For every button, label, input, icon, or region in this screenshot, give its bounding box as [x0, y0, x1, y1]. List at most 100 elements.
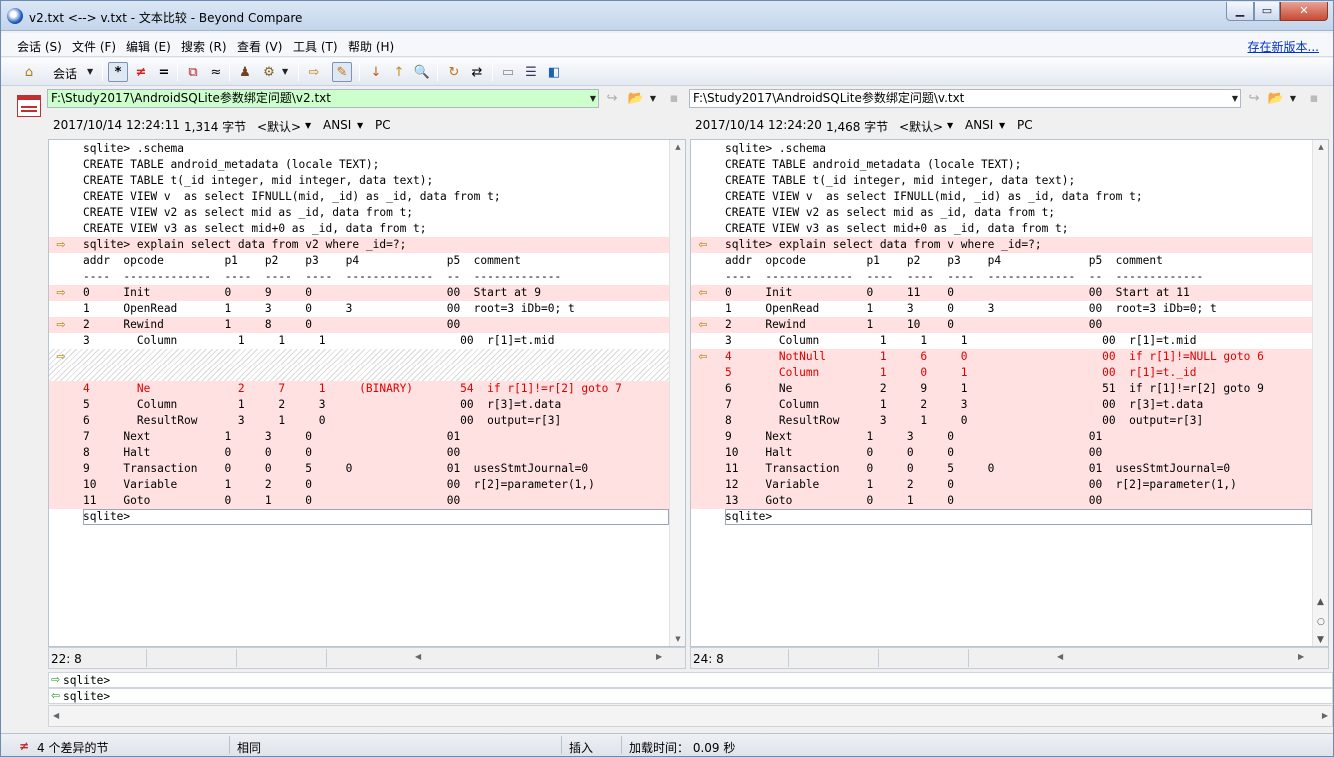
right-text-line[interactable]: ⇦ 0 Init 0 11 0 00 Start at 11 [691, 285, 1328, 301]
left-text-line[interactable]: CREATE VIEW v3 as select mid+0 as _id, d… [49, 221, 685, 237]
left-text-line[interactable]: CREATE TABLE android_metadata (locale TE… [49, 157, 685, 173]
right-text-line[interactable]: 1 OpenRead 1 3 0 3 00 root=3 iDb=0; t [691, 301, 1328, 317]
left-lineend[interactable]: PC [375, 118, 391, 132]
copy-right-arrow-icon[interactable]: ⇨ [54, 319, 68, 331]
scroll-up-icon[interactable]: ▲ [670, 140, 685, 154]
right-encoding-dropdown-icon[interactable]: ▼ [999, 121, 1005, 130]
right-text-line[interactable]: addr opcode p1 p2 p3 p4 p5 comment [691, 253, 1328, 269]
title-bar[interactable]: v2.txt <--> v.txt - 文本比较 - Beyond Compar… [1, 1, 1333, 31]
left-path-dropdown-icon[interactable]: ▼ [585, 89, 601, 108]
left-text-line[interactable]: 6 ResultRow 3 1 0 00 output=r[3] [49, 413, 685, 429]
left-hscroll-left-icon[interactable]: ◀ [415, 652, 421, 661]
right-text-line[interactable]: 9 Next 1 3 0 01 [691, 429, 1328, 445]
left-text-line[interactable] [49, 365, 685, 381]
copy-left-arrow-icon[interactable]: ⇦ [696, 239, 710, 251]
find-icon[interactable]: 🔍 [412, 62, 432, 82]
right-text-line[interactable]: CREATE TABLE android_metadata (locale TE… [691, 157, 1328, 173]
right-text-line[interactable]: ⇦ 2 Rewind 1 10 0 00 [691, 317, 1328, 333]
right-folder-dropdown-icon[interactable]: ▼ [1285, 89, 1301, 108]
left-folder-dropdown-icon[interactable]: ▼ [645, 89, 661, 108]
right-open-folder-icon[interactable]: 📂 [1267, 90, 1285, 108]
left-encoding[interactable]: ANSI [323, 118, 351, 132]
refresh-icon[interactable]: ↻ [444, 62, 464, 82]
copy-right-arrow-icon[interactable]: ⇨ [54, 351, 68, 363]
hscroll-left-icon[interactable]: ◀ [53, 711, 59, 720]
next-diff-icon[interactable]: ↓ [366, 62, 386, 82]
hscroll-right-icon[interactable]: ▶ [1322, 711, 1328, 720]
overview-strip[interactable] [1, 139, 9, 729]
left-text-line[interactable]: ⇨ sqlite> explain select data from v2 whe… [49, 237, 685, 253]
right-text-line[interactable]: CREATE VIEW v2 as select mid as _id, dat… [691, 205, 1328, 221]
left-text-line[interactable]: 3 Column 1 1 1 00 r[1]=t.mid [49, 333, 685, 349]
copy-right-arrow-icon[interactable]: ⇨ [54, 239, 68, 251]
menu-session[interactable]: 会话 (S) [17, 38, 62, 55]
format-dropdown-icon[interactable]: ▼ [282, 67, 288, 76]
copy-left-arrow-icon[interactable]: ⇦ [696, 319, 710, 331]
left-text-line[interactable]: 10 Variable 1 2 0 00 r[2]=parameter(1,) [49, 477, 685, 493]
rules-icon[interactable]: ♟ [235, 62, 255, 82]
left-text-line[interactable]: 8 Halt 0 0 0 00 [49, 445, 685, 461]
left-encoding-dropdown-icon[interactable]: ▼ [357, 121, 363, 130]
left-current-line[interactable] [83, 509, 669, 525]
left-text-line[interactable]: 1 OpenRead 1 3 0 3 00 root=3 iDb=0; t [49, 301, 685, 317]
left-text-line[interactable]: ⇨ 2 Rewind 1 8 0 00 [49, 317, 685, 333]
right-text-line[interactable]: 6 Ne 2 9 1 51 if r[1]!=r[2] goto 9 [691, 381, 1328, 397]
left-text-line[interactable]: addr opcode p1 p2 p3 p4 p5 comment [49, 253, 685, 269]
scroll-up-icon[interactable]: ▲ [1313, 140, 1328, 154]
copy-left-arrow-icon[interactable]: ⇦ [696, 287, 710, 299]
right-format-dropdown-icon[interactable]: ▼ [947, 121, 953, 130]
right-format[interactable]: <默认> [899, 118, 943, 135]
prev-diff-icon[interactable]: ↑ [389, 62, 409, 82]
left-path-input[interactable]: F:\Study2017\AndroidSQLite参数绑定问题\v2.txt [47, 89, 599, 108]
right-save-icon[interactable]: ▪ [1305, 90, 1323, 108]
compare-hscrollbar[interactable]: ◀ ▶ [48, 705, 1333, 727]
left-text-line[interactable]: sqlite> .schema [49, 141, 685, 157]
left-hscroll-right-icon[interactable]: ▶ [656, 652, 662, 661]
right-path-dropdown-icon[interactable]: ▼ [1227, 89, 1243, 108]
show-diffs-icon[interactable]: ≠ [131, 62, 151, 82]
context-icon[interactable]: ⧉ [183, 62, 203, 82]
menu-tools[interactable]: 工具 (T) [293, 38, 338, 55]
right-text-line[interactable]: 13 Goto 0 1 0 00 [691, 493, 1328, 509]
left-text-line[interactable]: 7 Next 1 3 0 01 [49, 429, 685, 445]
overview-nav[interactable]: ▲ ○ ▼ [1313, 587, 1333, 647]
left-text-line[interactable]: ⇨ 0 Init 0 9 0 00 Start at 9 [49, 285, 685, 301]
right-text-line[interactable]: ⇦ 4 NotNull 1 6 0 00 if r[1]!=NULL goto 6 [691, 349, 1328, 365]
minimize-button[interactable]: ▁ [1226, 2, 1254, 21]
list-icon[interactable]: ☰ [521, 62, 541, 82]
left-text-line[interactable]: sqlite> [49, 509, 685, 525]
right-text-line[interactable]: 12 Variable 1 2 0 00 r[2]=parameter(1,) [691, 477, 1328, 493]
session-button[interactable]: 会话 [53, 65, 77, 82]
right-text-line[interactable]: ⇦ sqlite> explain select data from v wher… [691, 237, 1328, 253]
edit-icon[interactable]: ✎ [332, 62, 352, 82]
close-button[interactable]: ✕ [1280, 2, 1328, 21]
left-text-line[interactable]: CREATE TABLE t(_id integer, mid integer,… [49, 173, 685, 189]
minor-diffs-icon[interactable]: ≈ [206, 62, 226, 82]
update-link[interactable]: 存在新版本... [1248, 38, 1319, 55]
menu-help[interactable]: 帮助 (H) [348, 38, 394, 55]
copy-right-arrow-icon[interactable]: ⇨ [54, 287, 68, 299]
copy-to-right-icon[interactable]: ⇨ [304, 62, 324, 82]
session-dropdown-icon[interactable]: ▼ [87, 67, 93, 76]
right-lineend[interactable]: PC [1017, 118, 1033, 132]
right-hscroll-left-icon[interactable]: ◀ [1057, 652, 1063, 661]
right-text-line[interactable]: 10 Halt 0 0 0 00 [691, 445, 1328, 461]
right-text-line[interactable]: 7 Column 1 2 3 00 r[3]=t.data [691, 397, 1328, 413]
right-text-line[interactable]: ---- ------------- ---- ---- ---- ------… [691, 269, 1328, 285]
left-format[interactable]: <默认> [257, 118, 301, 135]
maximize-button[interactable]: ▭ [1254, 2, 1280, 21]
right-text-line[interactable]: CREATE VIEW v3 as select mid+0 as _id, d… [691, 221, 1328, 237]
menu-search[interactable]: 搜索 (R) [181, 38, 227, 55]
swap-icon[interactable]: ⇄ [467, 62, 487, 82]
right-text-line[interactable]: sqlite> .schema [691, 141, 1328, 157]
left-format-dropdown-icon[interactable]: ▼ [305, 121, 311, 130]
right-text-line[interactable]: sqlite> [691, 509, 1328, 525]
left-text-line[interactable]: ---- ------------- ---- ---- ---- ------… [49, 269, 685, 285]
right-encoding[interactable]: ANSI [965, 118, 993, 132]
home-icon[interactable]: ⌂ [19, 62, 39, 82]
scroll-down-icon[interactable]: ▼ [670, 632, 685, 646]
menu-file[interactable]: 文件 (F) [72, 38, 116, 55]
right-hscroll-right-icon[interactable]: ▶ [1298, 652, 1304, 661]
right-path-input[interactable]: F:\Study2017\AndroidSQLite参数绑定问题\v.txt [689, 89, 1241, 108]
left-text-line[interactable]: 11 Goto 0 1 0 00 [49, 493, 685, 509]
